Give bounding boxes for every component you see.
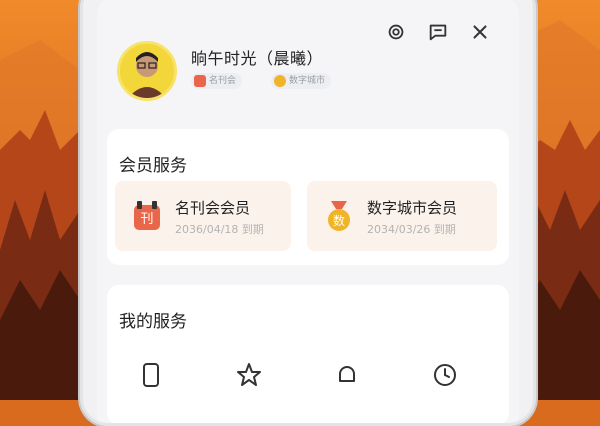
city-badge-icon xyxy=(274,75,286,87)
svg-text:数: 数 xyxy=(333,213,345,228)
star-icon[interactable] xyxy=(235,361,263,389)
my-services-card: 我的服务 xyxy=(107,285,509,423)
magazine-member-icon: 刊 xyxy=(133,201,161,231)
clock-icon[interactable] xyxy=(431,361,459,389)
svg-text:刊: 刊 xyxy=(140,212,153,227)
digital-city-member-expiry: 2034/03/26 到期 xyxy=(367,223,456,236)
profile-name: 晌午时光（晨曦） xyxy=(191,49,324,68)
magazine-badge-label: 名刊会 xyxy=(209,76,237,86)
digital-city-member-item[interactable]: 数 数字城市会员 2034/03/26 到期 xyxy=(307,181,497,251)
magazine-badge: 名刊会 xyxy=(191,73,243,89)
screen: 晌午时光（晨曦） 名刊会 数字城市 会员服务 刊 名刊会会员 2036/04/1… xyxy=(97,0,519,423)
magazine-member-expiry: 2036/04/18 到期 xyxy=(175,223,264,236)
message-icon[interactable] xyxy=(427,21,449,43)
my-services-title: 我的服务 xyxy=(119,312,187,332)
digital-city-member-icon: 数 xyxy=(325,201,353,231)
phone-icon[interactable] xyxy=(137,361,165,389)
member-services-title: 会员服务 xyxy=(119,156,187,176)
close-icon[interactable] xyxy=(469,21,491,43)
avatar[interactable] xyxy=(117,41,177,101)
magazine-member-item[interactable]: 刊 名刊会会员 2036/04/18 到期 xyxy=(115,181,291,251)
digital-city-member-title: 数字城市会员 xyxy=(367,199,458,217)
phone-frame: 晌午时光（晨曦） 名刊会 数字城市 会员服务 刊 名刊会会员 2036/04/1… xyxy=(80,0,536,426)
city-badge: 数字城市 xyxy=(271,73,332,89)
magazine-member-title: 名刊会会员 xyxy=(175,199,251,217)
settings-icon[interactable] xyxy=(385,21,407,43)
bell-icon[interactable] xyxy=(333,361,361,389)
city-badge-label: 数字城市 xyxy=(289,76,326,86)
magazine-badge-icon xyxy=(194,75,206,87)
member-services-card: 会员服务 刊 名刊会会员 2036/04/18 到期 数 数字城市会员 2034… xyxy=(107,129,509,265)
